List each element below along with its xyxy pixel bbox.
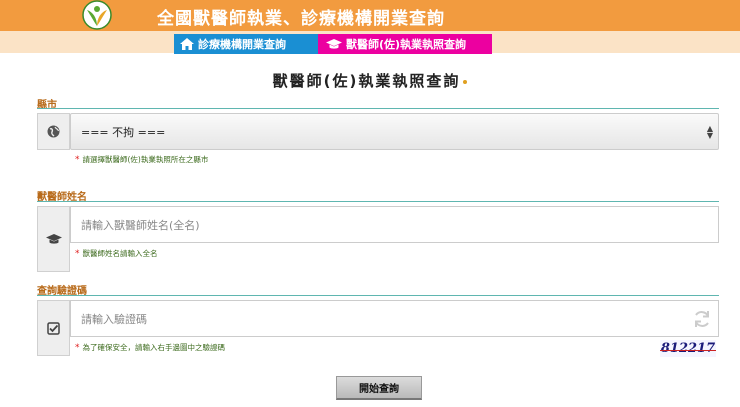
county-hint: * 請選擇獸醫師(佐)執業執照所在之縣市	[75, 154, 208, 165]
graduation-cap-icon	[326, 39, 342, 49]
captcha-hint-text: 為了確保安全，請輸入右手邊圖中之驗證碼	[82, 343, 226, 352]
home-icon	[180, 38, 194, 50]
captcha-code: 812217	[660, 341, 716, 356]
tab-clinic-search-label: 診療機構開業查詢	[198, 38, 286, 51]
checkbox-icon	[47, 321, 60, 335]
captcha-addon	[37, 300, 70, 356]
page-title: 獸醫師(佐)執業執照查詢	[0, 70, 740, 91]
name-hint-text: 獸醫師姓名請輸入全名	[82, 249, 158, 258]
site-title: 全國獸醫師執業、診療機構開業查詢	[157, 9, 445, 29]
logo-icon	[82, 0, 112, 30]
vet-name-placeholder: 請輸入獸醫師姓名(全名)	[81, 218, 200, 232]
tab-vet-license-search-label: 獸醫師(佐)執業執照查詢	[346, 38, 467, 51]
captcha-image: 812217	[660, 340, 716, 357]
tab-vet-license-search[interactable]: 獸醫師(佐)執業執照查詢	[318, 34, 492, 54]
captcha-noise-line	[660, 350, 716, 351]
required-mark: *	[75, 343, 80, 353]
name-input-group: 請輸入獸醫師姓名(全名)	[37, 206, 719, 272]
title-dot-icon	[463, 79, 468, 84]
vet-name-input[interactable]: 請輸入獸醫師姓名(全名)	[70, 206, 719, 243]
top-header-bar: 全國獸醫師執業、診療機構開業查詢	[0, 0, 740, 31]
tab-clinic-search[interactable]: 診療機構開業查詢	[174, 34, 318, 54]
start-search-button[interactable]: 開始查詢	[336, 376, 422, 400]
captcha-input[interactable]: 請輸入驗證碼	[70, 300, 719, 337]
county-select-value: === 不拘 ===	[81, 125, 166, 139]
captcha-placeholder: 請輸入驗證碼	[81, 312, 147, 326]
section-divider	[37, 201, 719, 202]
required-mark: *	[75, 155, 80, 165]
captcha-hint: * 為了確保安全，請輸入右手邊圖中之驗證碼	[75, 342, 225, 353]
county-input-group: === 不拘 === ▲ ▼	[37, 113, 719, 150]
name-addon	[37, 206, 70, 272]
required-mark: *	[75, 249, 80, 259]
section-divider	[37, 108, 719, 109]
county-addon	[37, 113, 70, 150]
page-title-text: 獸醫師(佐)執業執照查詢	[272, 72, 461, 90]
section-divider	[37, 295, 719, 296]
globe-icon	[47, 125, 60, 138]
county-hint-text: 請選擇獸醫師(佐)執業執照所在之縣市	[82, 155, 209, 164]
captcha-input-group: 請輸入驗證碼	[37, 300, 719, 356]
name-hint: * 獸醫師姓名請輸入全名	[75, 248, 158, 259]
refresh-icon[interactable]	[692, 309, 712, 329]
county-select[interactable]: === 不拘 === ▲ ▼	[70, 113, 719, 150]
graduation-cap-icon	[45, 234, 62, 244]
select-arrows-icon: ▲ ▼	[706, 124, 713, 140]
